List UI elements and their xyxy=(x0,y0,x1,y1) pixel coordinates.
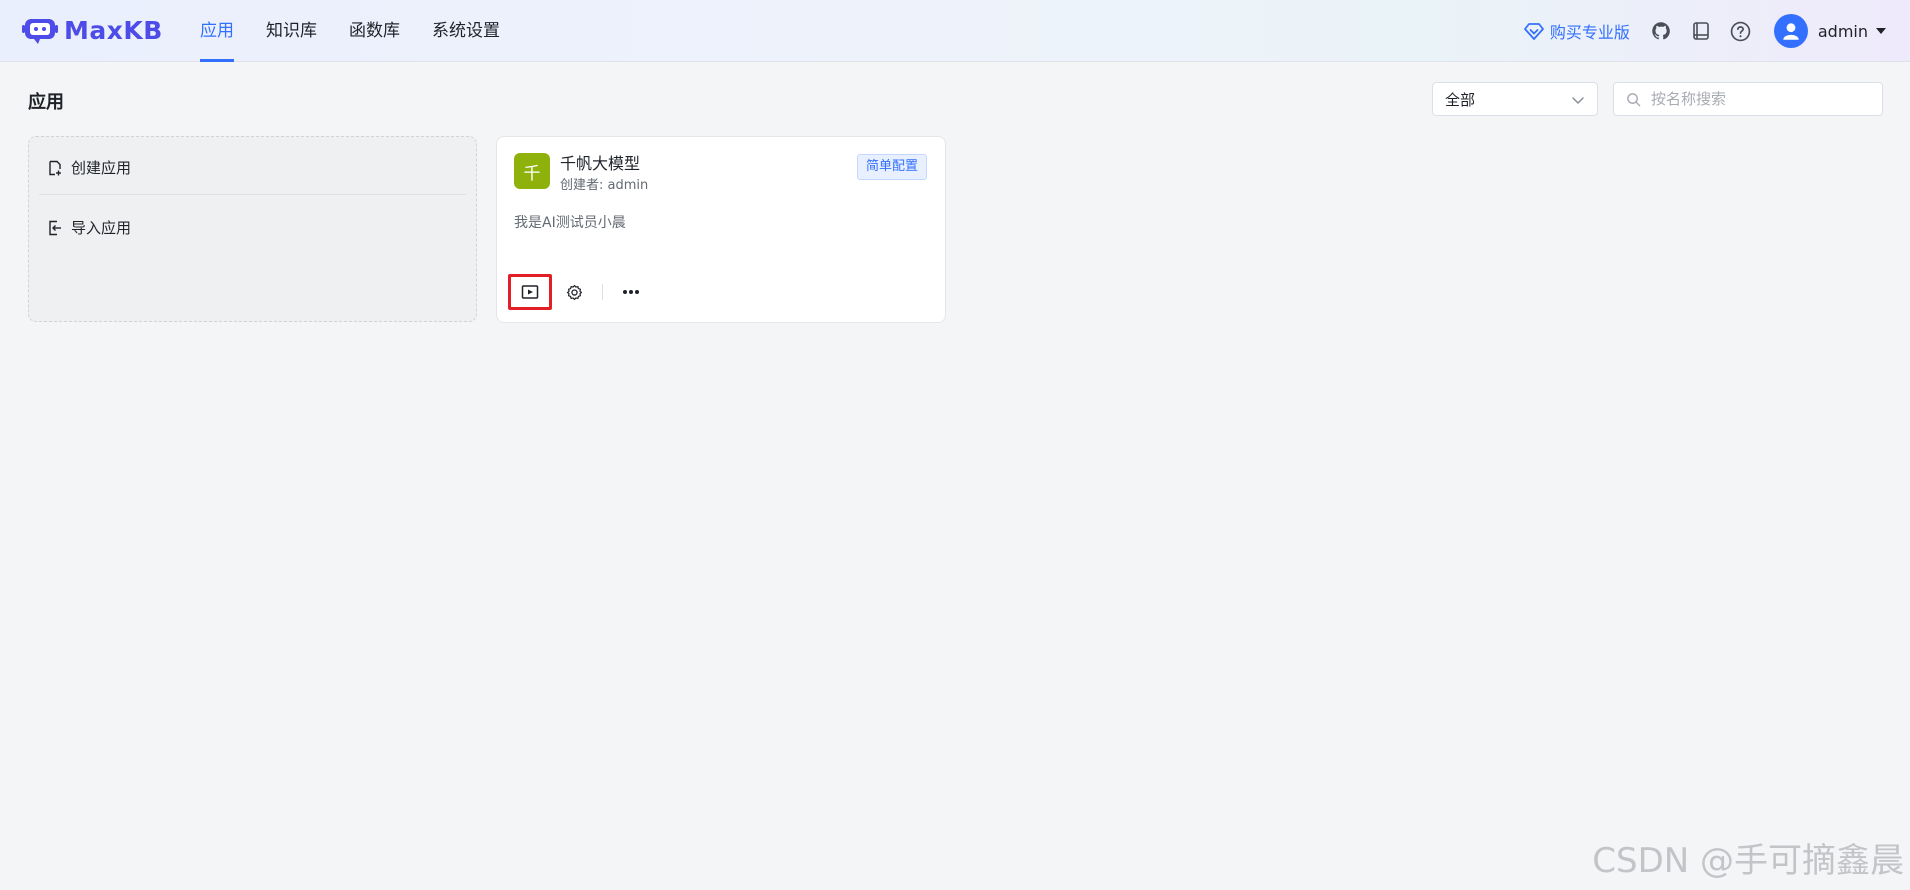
buy-pro-label: 购买专业版 xyxy=(1549,23,1630,42)
main-nav: 应用 知识库 函数库 系统设置 xyxy=(200,0,532,62)
action-separator xyxy=(602,284,603,300)
more-dots-icon xyxy=(623,290,639,294)
github-icon[interactable] xyxy=(1650,20,1672,42)
book-icon[interactable] xyxy=(1690,20,1712,42)
create-app-panel: 创建应用 导入应用 xyxy=(28,136,477,322)
app-type-badge: 简单配置 xyxy=(856,154,927,180)
app-card[interactable]: 千 千帆大模型 创建者: admin 简单配置 我是AI测试员小晨 xyxy=(496,136,946,323)
more-button[interactable] xyxy=(609,274,653,310)
logo[interactable]: MaxKB xyxy=(22,14,163,46)
app-avatar: 千 xyxy=(514,153,550,189)
divider xyxy=(39,194,466,195)
app-name: 千帆大模型 xyxy=(560,154,641,173)
chevron-down-icon xyxy=(1572,97,1584,104)
nav-item-knowledge[interactable]: 知识库 xyxy=(266,0,317,62)
import-app-button[interactable]: 导入应用 xyxy=(47,217,131,238)
app-actions xyxy=(508,274,653,310)
watermark: CSDN @手可摘鑫晨 xyxy=(1592,841,1904,881)
user-avatar-icon[interactable] xyxy=(1773,14,1808,48)
gear-icon xyxy=(566,284,582,300)
filter-select-value: 全部 xyxy=(1445,90,1476,109)
header-actions: 购买专业版 admin xyxy=(1523,0,1886,62)
brand-name: MaxKB xyxy=(64,15,163,45)
create-app-button[interactable]: 创建应用 xyxy=(47,157,131,178)
top-header: MaxKB 应用 知识库 函数库 系统设置 购买专业版 admin xyxy=(0,0,1910,62)
play-video-icon xyxy=(521,285,539,299)
filter-select[interactable]: 全部 xyxy=(1432,82,1598,116)
help-icon[interactable] xyxy=(1730,20,1752,42)
demo-button[interactable] xyxy=(508,274,552,310)
search-box[interactable] xyxy=(1613,82,1883,116)
settings-button[interactable] xyxy=(552,274,596,310)
diamond-icon xyxy=(1523,23,1544,40)
app-creator: 创建者: admin xyxy=(560,178,649,193)
buy-pro-link[interactable]: 购买专业版 xyxy=(1523,19,1630,43)
app-description: 我是AI测试员小晨 xyxy=(514,215,626,231)
maxkb-logo-icon xyxy=(22,19,58,44)
user-name[interactable]: admin xyxy=(1818,22,1868,41)
nav-item-functions[interactable]: 函数库 xyxy=(349,0,400,62)
nav-item-settings[interactable]: 系统设置 xyxy=(432,0,500,62)
search-icon xyxy=(1627,92,1641,106)
caret-down-icon[interactable] xyxy=(1876,28,1886,34)
new-document-icon xyxy=(49,160,61,175)
nav-item-apps[interactable]: 应用 xyxy=(200,0,234,62)
import-icon xyxy=(49,220,61,235)
page-title: 应用 xyxy=(28,92,64,113)
search-input[interactable] xyxy=(1649,89,1873,109)
create-app-label: 创建应用 xyxy=(71,159,132,177)
import-app-label: 导入应用 xyxy=(71,219,132,237)
